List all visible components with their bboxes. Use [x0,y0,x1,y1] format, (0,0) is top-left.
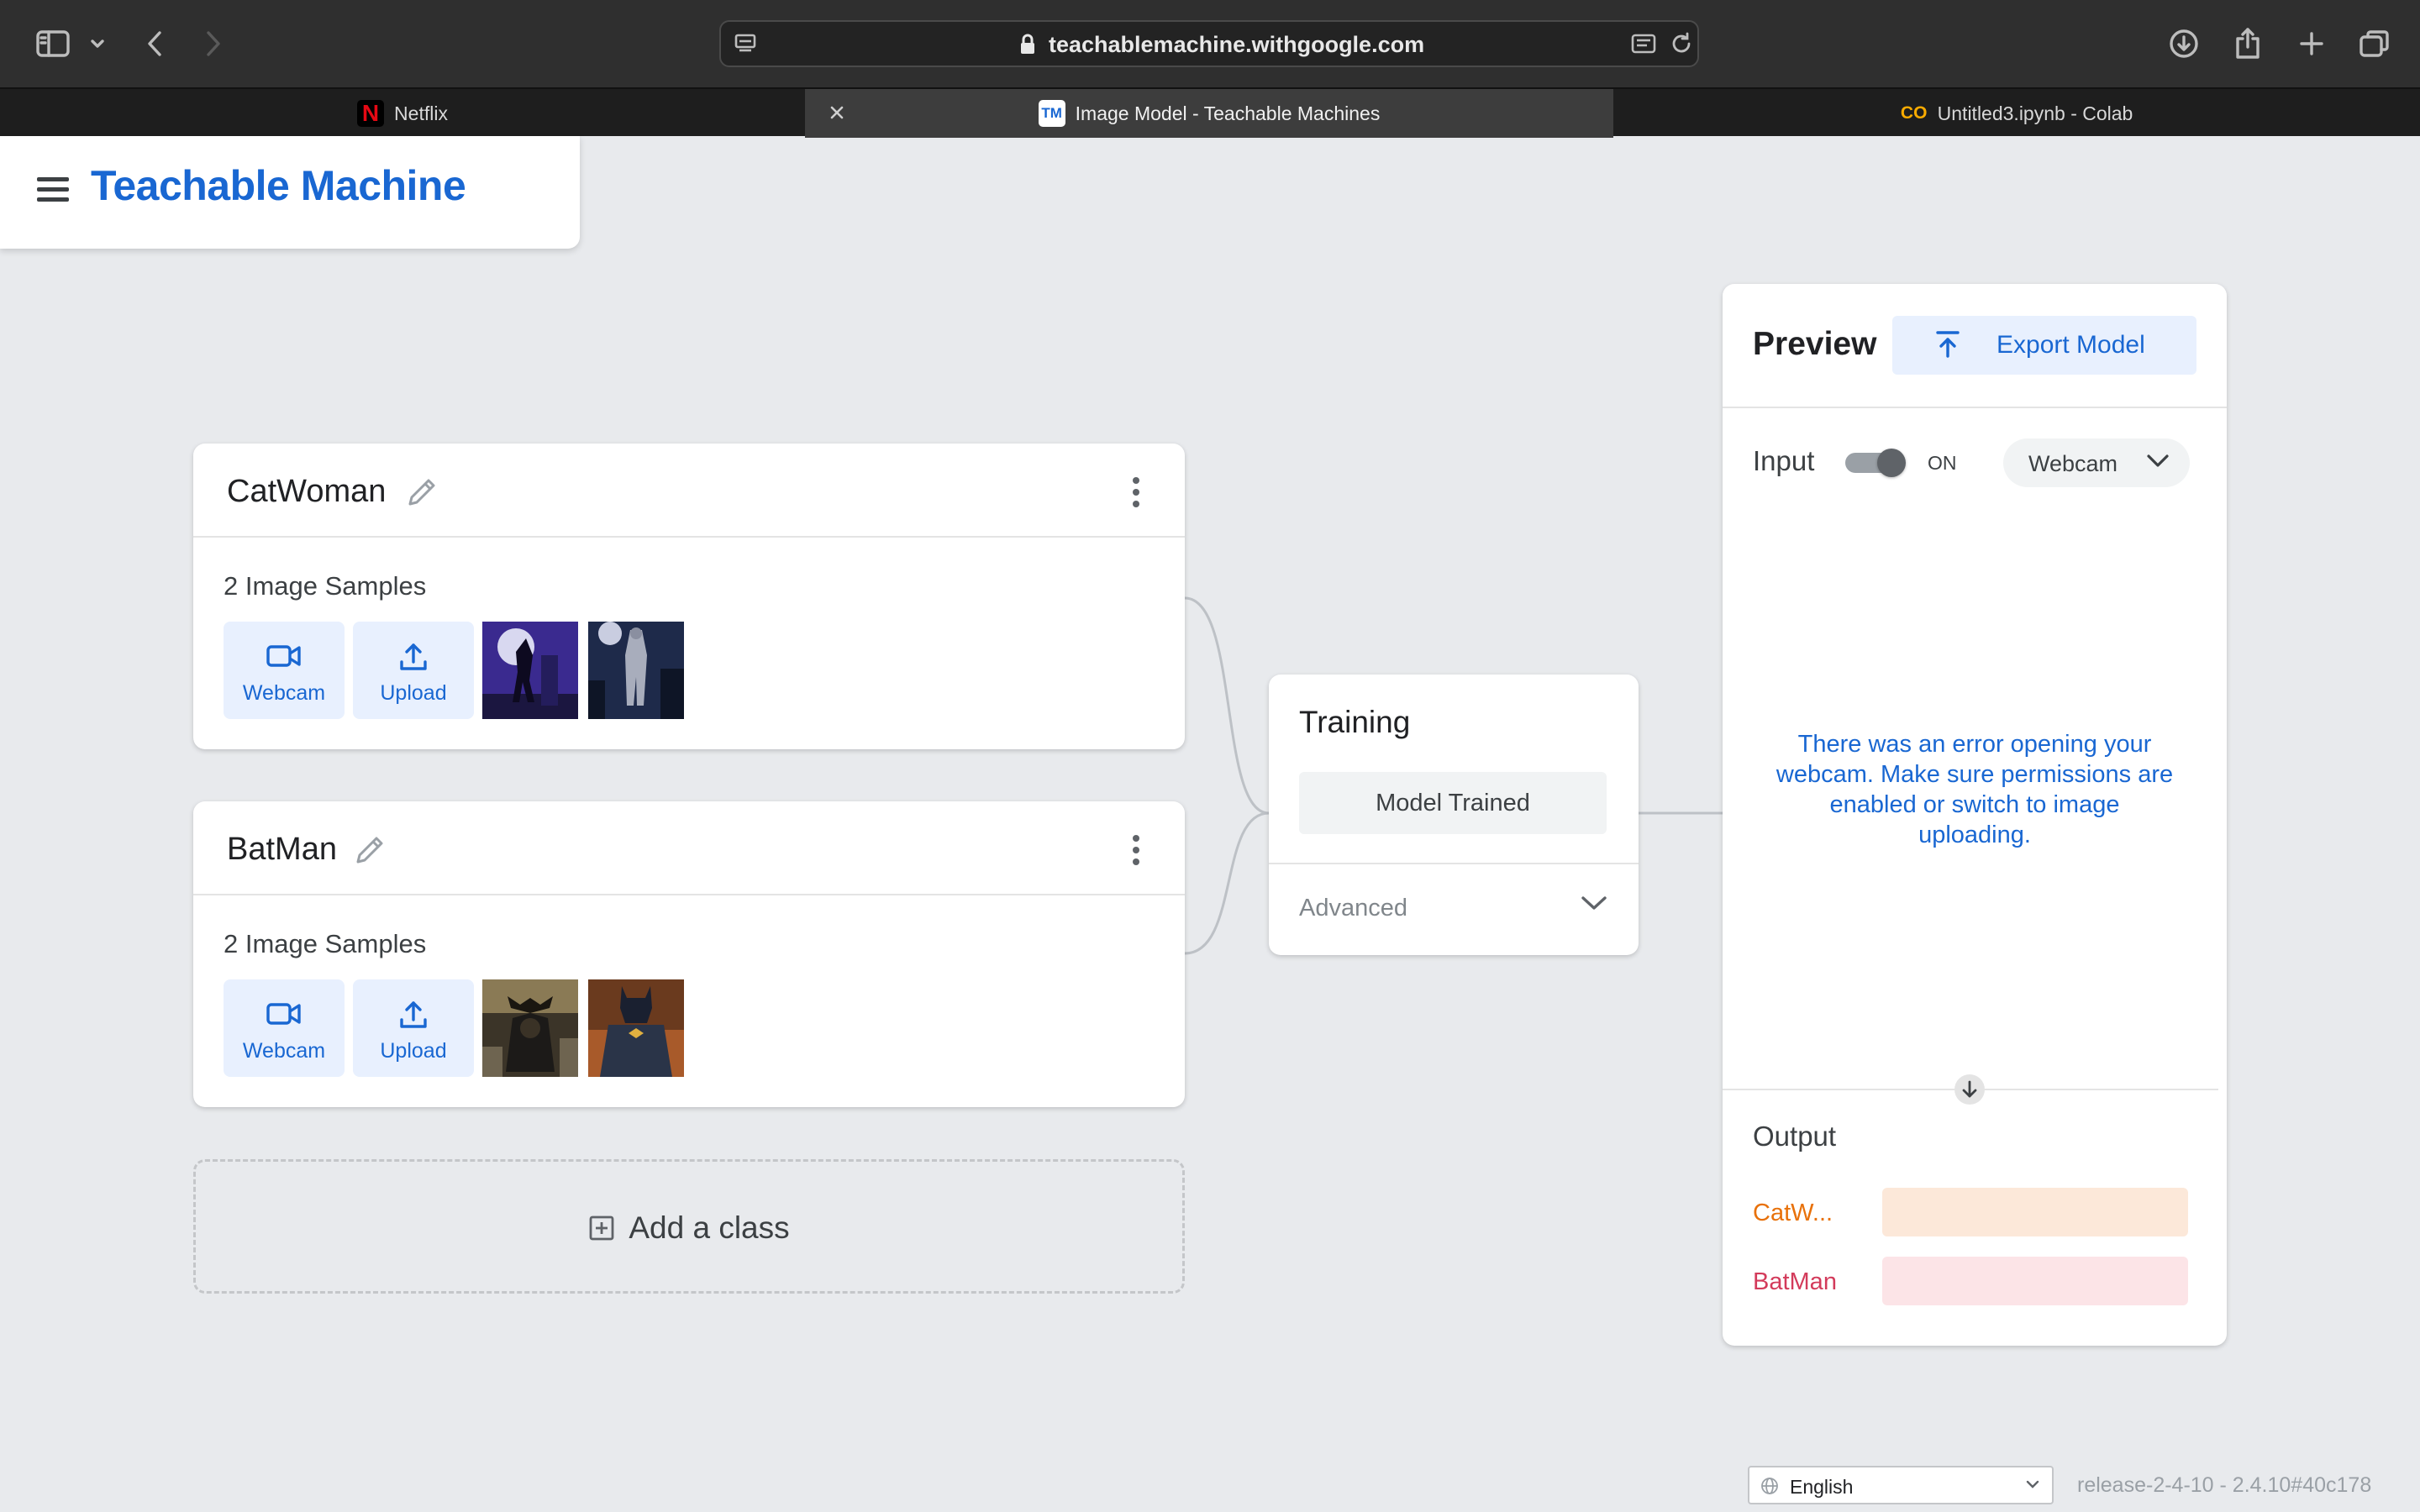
colab-icon: CO [1900,103,1928,123]
language-value: English [1790,1476,1854,1498]
tab-colab[interactable]: CO Untitled3.ipynb - Colab [1613,89,2420,138]
webcam-label: Webcam [242,681,326,705]
menu-icon[interactable] [34,173,72,212]
share-icon[interactable] [2230,22,2265,66]
samples-count: 2 Image Samples [224,571,427,601]
release-version: release-2-4-10 - 2.4.10#40c178 [2077,1473,2372,1497]
output-label: Output [1753,1121,1837,1152]
input-label: Input [1753,445,1815,476]
advanced-toggle[interactable]: Advanced [1299,895,1407,922]
webcam-button[interactable]: Webcam [224,622,345,719]
training-title: Training [1299,705,1411,739]
netflix-icon: N [357,100,385,127]
tab-image-model[interactable]: TM Image Model - Teachable Machines [805,89,1613,138]
lock-icon [1018,34,1037,60]
samples-count: 2 Image Samples [224,929,427,958]
upload-button[interactable]: Upload [353,622,474,719]
chevron-down-icon [2026,1480,2039,1488]
chevron-down-icon[interactable] [1580,895,1608,916]
output-class-name: CatW... [1753,1200,1833,1226]
preview-title: Preview [1753,326,1877,362]
export-model-button[interactable]: Export Model [1892,316,2196,375]
sidebar-toggle-icon[interactable] [32,22,74,66]
tab-netflix[interactable]: N Netflix [0,89,805,138]
webcam-error-message: There was an error opening your webcam. … [1776,731,2174,848]
training-card: Training Model Trained Advanced [1269,675,1639,955]
globe-icon [1761,1478,1778,1494]
address-bar[interactable]: teachablemachine.withgoogle.com [719,20,1699,67]
add-box-icon [589,1215,614,1241]
class-name[interactable]: CatWoman [227,474,386,510]
video-camera-icon [266,645,301,667]
reader-icon[interactable] [1630,31,1657,60]
tab-overview-icon[interactable] [2356,22,2393,66]
arrow-down-icon[interactable] [1954,1074,1985,1105]
pencil-icon[interactable] [353,833,387,871]
sample-thumbnail[interactable] [588,622,684,719]
preview-panel: Preview Export Model Input ON Webcam The… [1723,284,2227,1346]
app-header: Teachable Machine [0,136,580,249]
divider [1269,863,1639,864]
class-header: CatWoman [193,444,1185,538]
class-card-batman: BatMan 2 Image Samples Webcam Upload [193,801,1185,1107]
upload-icon [400,643,427,670]
add-class-button[interactable]: Add a class [193,1159,1185,1294]
upload-icon [400,1001,427,1028]
input-toggle[interactable] [1845,449,1906,477]
upload-label: Upload [380,1039,447,1063]
confidence-bar [1882,1257,2188,1305]
more-options-icon[interactable] [1131,835,1141,869]
tab-title: Untitled3.ipynb - Colab [1937,102,2133,124]
video-camera-icon [266,1003,301,1025]
upload-label: Upload [380,681,447,705]
browser-toolbar: teachablemachine.withgoogle.com [0,0,2420,87]
class-card-catwoman: CatWoman 2 Image Samples Webcam Upload [193,444,1185,749]
output-row: CatW... [1753,1188,2196,1236]
close-icon[interactable] [825,101,849,124]
tab-title: Netflix [394,102,448,124]
url-text: teachablemachine.withgoogle.com [1049,32,1425,57]
app-title[interactable]: Teachable Machine [91,161,466,210]
output-class-name: BatMan [1753,1268,1837,1295]
output-row: BatMan [1753,1257,2196,1305]
webcam-label: Webcam [242,1039,326,1063]
sample-thumbnail[interactable] [482,979,578,1077]
downloads-icon[interactable] [2166,22,2202,66]
train-model-button[interactable]: Model Trained [1299,772,1607,834]
forward-icon[interactable] [198,22,229,66]
class-header: BatMan [193,801,1185,895]
reload-icon[interactable] [1669,31,1694,60]
teachable-machine-icon: TM [1038,100,1065,127]
webcam-button[interactable]: Webcam [224,979,345,1077]
pencil-icon[interactable] [405,475,439,513]
input-source-select[interactable]: Webcam [2003,438,2190,487]
source-value: Webcam [2028,451,2118,476]
site-settings-icon[interactable] [733,31,758,60]
chevron-down-icon[interactable] [87,22,108,66]
sample-thumbnail[interactable] [482,622,578,719]
more-options-icon[interactable] [1131,477,1141,511]
tab-bar: N Netflix TM Image Model - Teachable Mac… [0,87,2420,138]
class-name[interactable]: BatMan [227,832,337,868]
back-icon[interactable] [139,22,170,66]
upload-button[interactable]: Upload [353,979,474,1077]
chevron-down-icon [2147,454,2169,467]
toggle-state: ON [1928,452,1957,474]
sample-thumbnail[interactable] [588,979,684,1077]
confidence-bar [1882,1188,2188,1236]
new-tab-icon[interactable] [2294,22,2329,66]
export-icon [1936,331,1960,358]
export-label: Export Model [1996,331,2145,359]
tab-title: Image Model - Teachable Machines [1075,102,1381,124]
divider [1723,407,2227,408]
add-class-label: Add a class [629,1210,790,1245]
language-select[interactable]: English [1748,1466,2054,1504]
